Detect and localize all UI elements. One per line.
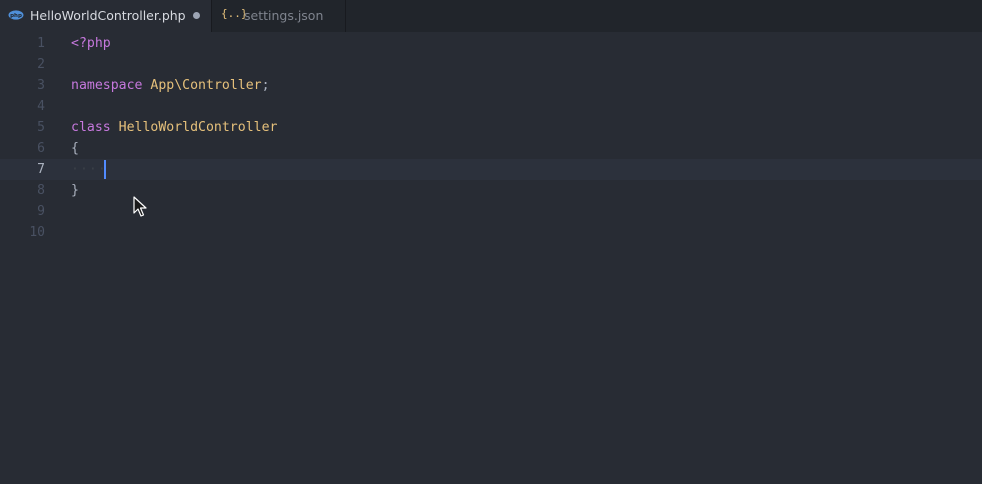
line-number: 3	[37, 78, 45, 93]
tab-bar: php HelloWorldController.php {..} settin…	[0, 0, 982, 32]
php-open-tag: <?php	[71, 36, 111, 51]
code-line-5: class HelloWorldController	[71, 117, 277, 138]
line-number: 6	[37, 141, 45, 156]
code-line-7: ····	[71, 159, 107, 180]
line-number: 1	[37, 36, 45, 51]
tab-title: HelloWorldController.php	[30, 8, 186, 23]
line-number: 2	[37, 57, 45, 72]
current-line-highlight	[0, 159, 982, 180]
tab-hello-world-controller[interactable]: php HelloWorldController.php	[0, 0, 211, 32]
semicolon: ;	[261, 78, 270, 93]
text-cursor	[104, 160, 106, 179]
unsaved-changes-dot-icon[interactable]	[193, 12, 200, 19]
line-number-gutter: 1 2 3 4 5 6 7 8 9 10	[0, 32, 56, 484]
code-line-1: <?php	[71, 33, 111, 54]
php-file-icon: php	[8, 10, 24, 20]
svg-text:php: php	[10, 13, 22, 19]
tab-settings-json[interactable]: {..} settings.json	[211, 0, 346, 32]
code-line-3: namespace App\Controller;	[71, 75, 270, 96]
class-keyword: class	[71, 120, 111, 135]
code-line-8: }	[71, 180, 79, 201]
code-line-6: {	[71, 138, 79, 159]
namespace-name: App\Controller	[150, 78, 262, 93]
line-number: 5	[37, 120, 45, 135]
mouse-pointer-icon	[133, 196, 147, 217]
tab-title: settings.json	[244, 8, 324, 23]
close-brace: }	[71, 183, 79, 198]
whitespace-indicator: ····	[71, 162, 107, 177]
line-number: 4	[37, 99, 45, 114]
code-editor[interactable]: 1 2 3 4 5 6 7 8 9 10 <?php namespace App…	[0, 32, 982, 484]
line-number: 8	[37, 183, 45, 198]
line-number-current: 7	[37, 162, 45, 177]
namespace-keyword: namespace	[71, 78, 143, 93]
class-name: HelloWorldController	[118, 120, 278, 135]
line-number: 9	[37, 204, 45, 219]
open-brace: {	[71, 141, 79, 156]
line-number: 10	[29, 225, 45, 240]
